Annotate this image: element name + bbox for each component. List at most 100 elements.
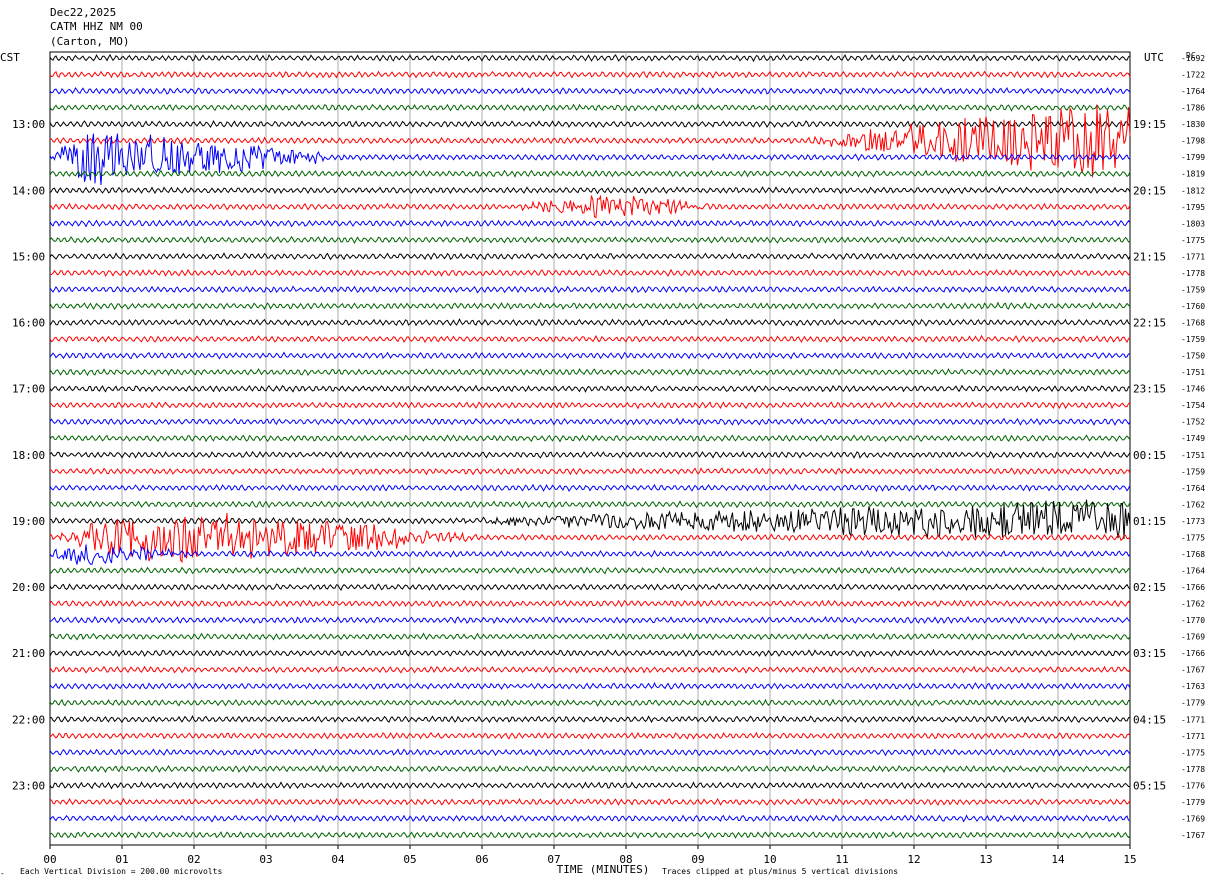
trace-line	[49, 566, 1131, 575]
x-tick-label: 05	[403, 853, 416, 866]
x-tick-label: 11	[835, 853, 848, 866]
dc-offset-label: -1764	[1181, 484, 1205, 493]
dc-offset-label: -1786	[1181, 104, 1205, 113]
dc-offset-label: -1759	[1181, 285, 1205, 294]
trace-line	[49, 194, 1131, 219]
dc-offset-label: -1776	[1181, 781, 1205, 790]
clip-note: Traces clipped at plus/minus 5 vertical …	[662, 867, 898, 876]
dc-offset-label: -1766	[1181, 649, 1205, 658]
dc-offset-label: -1803	[1181, 219, 1205, 228]
helicorder-chart: Dec22,2025 CATM HHZ NM 00 (Carton, MO) C…	[0, 6, 1205, 878]
right-hour-label: 23:15	[1133, 383, 1166, 396]
right-hour-label: 05:15	[1133, 779, 1166, 792]
right-hour-label: 00:15	[1133, 449, 1166, 462]
left-hour-label: 17:00	[12, 383, 45, 396]
right-hour-label: 19:15	[1133, 118, 1166, 131]
trace-line	[49, 483, 1131, 493]
trace-line	[49, 119, 1131, 129]
dc-offset-label: -1769	[1181, 814, 1205, 823]
dc-offset-label: -1771	[1181, 715, 1205, 724]
dc-offset-label: -1722	[1181, 71, 1205, 80]
x-tick-label: 14	[1051, 853, 1065, 866]
left-hour-label: 20:00	[12, 581, 45, 594]
trace-line	[49, 318, 1131, 327]
dc-offset-label: -1778	[1181, 269, 1205, 278]
right-hour-label: 21:15	[1133, 250, 1166, 263]
trace-line	[49, 831, 1131, 840]
x-tick-label: 01	[115, 853, 128, 866]
left-hour-labels: 13:00 14:00 15:00 16:00 17:00 18:00 19:00 20:00…	[12, 118, 45, 792]
trace-line	[49, 417, 1131, 426]
trace-line	[49, 814, 1131, 823]
x-tick-label: 06	[475, 853, 488, 866]
trace-line	[49, 500, 1131, 509]
dc-offset-label: -1819	[1181, 170, 1205, 179]
trace-line	[49, 384, 1131, 393]
dc-offset-label: -1762	[1181, 500, 1205, 509]
trace-line	[49, 781, 1130, 790]
left-hour-label: 18:00	[12, 449, 45, 462]
trace-line	[49, 401, 1131, 410]
trace-line	[49, 599, 1131, 608]
dc-offset-label: -1746	[1181, 385, 1205, 394]
x-tick-label: 00	[43, 853, 56, 866]
left-hour-label: 23:00	[12, 779, 45, 792]
dc-offset-label: -1692	[1181, 54, 1205, 63]
trace-line	[49, 583, 1131, 592]
dc-offset-label: -1751	[1181, 451, 1205, 460]
right-hour-label: 04:15	[1133, 713, 1166, 726]
right-hour-label: 02:15	[1133, 581, 1166, 594]
trace-line	[49, 86, 1131, 96]
trace-line	[49, 103, 1131, 112]
chart-location: (Carton, MO)	[50, 35, 129, 48]
dc-offset-label: -1773	[1181, 517, 1205, 526]
dc-offset-label: -1749	[1181, 434, 1205, 443]
right-hour-label: 01:15	[1133, 515, 1166, 528]
dc-offset-label: -1769	[1181, 633, 1205, 642]
dc-offset-labels: -1692 -1722 -1764 -1786 -1830 -1798 -1799 -1819…	[1181, 54, 1205, 840]
x-tick-label: 02	[187, 853, 200, 866]
dc-offset-label: -1799	[1181, 153, 1205, 162]
trace-line	[49, 797, 1131, 807]
trace-line	[49, 53, 1131, 63]
dc-offset-label: -1750	[1181, 352, 1205, 361]
right-timezone-label: UTC	[1144, 51, 1164, 64]
dc-offset-label: -1764	[1181, 87, 1205, 96]
x-axis-title: TIME (MINUTES)	[557, 863, 650, 876]
dc-offset-label: -1759	[1181, 467, 1205, 476]
dc-offset-label: -1767	[1181, 666, 1205, 675]
trace-line	[49, 731, 1131, 740]
trace-line	[49, 268, 1131, 277]
dc-offset-label: -1766	[1181, 583, 1205, 592]
x-tick-label: 09	[691, 853, 704, 866]
trace-line	[49, 681, 1131, 691]
dc-offset-label: -1812	[1181, 186, 1205, 195]
right-hour-label: 22:15	[1133, 317, 1166, 330]
dc-offset-label: -1830	[1181, 120, 1205, 129]
chart-date: Dec22,2025	[50, 6, 116, 19]
trace-line	[49, 351, 1131, 360]
trace-line	[49, 169, 1131, 178]
dc-offset-label: -1779	[1181, 798, 1205, 807]
dc-offset-label: -1775	[1181, 236, 1205, 245]
right-hour-label: 20:15	[1133, 184, 1166, 197]
plot-frame	[49, 51, 1131, 846]
trace-line	[49, 450, 1131, 459]
dc-offset-label: -1798	[1181, 137, 1205, 146]
trace-line	[49, 301, 1131, 311]
trace-line	[49, 698, 1131, 707]
trace-line	[49, 544, 1131, 565]
left-hour-label: 21:00	[12, 647, 45, 660]
chart-station: CATM HHZ NM 00	[50, 20, 143, 33]
dc-offset-label: -1752	[1181, 418, 1205, 427]
x-tick-label: 03	[259, 853, 272, 866]
trace-line	[49, 499, 1131, 539]
dc-offset-label: -1771	[1181, 732, 1205, 741]
dc-offset-label: -1764	[1181, 566, 1205, 575]
trace-line	[49, 252, 1131, 261]
trace-line	[49, 235, 1131, 244]
trace-line	[49, 715, 1131, 724]
trace-layer	[49, 53, 1131, 840]
footer-corner-mark: -	[0, 869, 5, 878]
trace-line	[49, 632, 1131, 641]
